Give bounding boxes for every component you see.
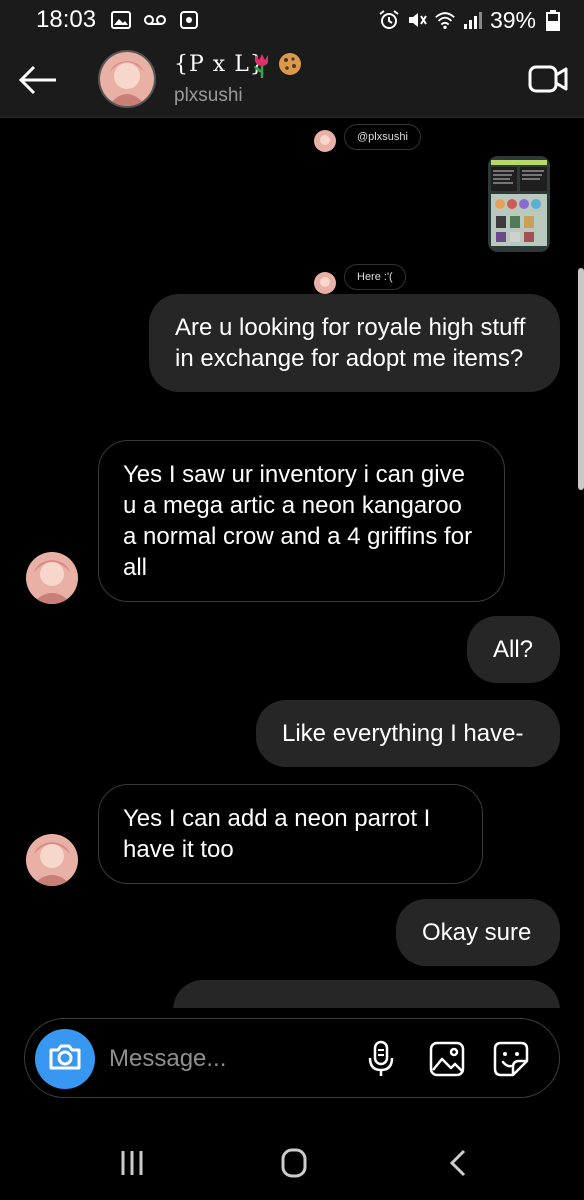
sticker-icon[interactable] bbox=[491, 1039, 531, 1079]
wifi-icon bbox=[434, 9, 456, 31]
alarm-icon bbox=[378, 9, 400, 31]
message-incoming[interactable]: Yes I can add a neon parrot I have it to… bbox=[98, 784, 483, 884]
gallery-icon[interactable] bbox=[427, 1039, 467, 1079]
status-time: 18:03 bbox=[36, 6, 97, 33]
scrollbar[interactable] bbox=[578, 268, 584, 490]
video-call-icon[interactable] bbox=[528, 62, 568, 96]
sender-avatar[interactable] bbox=[26, 552, 78, 604]
status-bar: 18:03 39% bbox=[0, 0, 584, 40]
voicemail-icon bbox=[144, 9, 167, 31]
cookie-icon bbox=[278, 52, 302, 83]
shared-post-image[interactable] bbox=[488, 156, 550, 252]
message-outgoing-partial bbox=[173, 980, 560, 1008]
message-outgoing[interactable]: Okay sure bbox=[396, 899, 560, 966]
message-composer bbox=[24, 1018, 560, 1098]
message-incoming[interactable]: Yes I saw ur inventory i can give u a me… bbox=[98, 440, 505, 602]
tulip-icon bbox=[250, 52, 274, 83]
back-icon[interactable] bbox=[438, 1147, 478, 1179]
message-outgoing[interactable]: Like everything I have- bbox=[256, 700, 560, 767]
app-notification-icon bbox=[178, 9, 200, 31]
signal-icon bbox=[462, 9, 484, 31]
gallery-notification-icon bbox=[110, 9, 132, 31]
mute-icon bbox=[406, 9, 428, 31]
message-thread[interactable]: @plxsushi Here:'(Are u looking for roy… bbox=[0, 118, 584, 1008]
camera-icon bbox=[48, 1043, 82, 1076]
camera-button[interactable] bbox=[35, 1029, 95, 1089]
message-outgoing[interactable]: All? bbox=[467, 616, 560, 683]
caption-avatar bbox=[314, 272, 336, 294]
chat-header: {P x L} plxsushi bbox=[0, 40, 584, 118]
microphone-icon[interactable] bbox=[361, 1039, 401, 1079]
message-input[interactable] bbox=[109, 1041, 349, 1077]
notification-icons bbox=[110, 9, 200, 31]
contact-avatar[interactable] bbox=[98, 50, 156, 108]
contact-username: plxsushi bbox=[174, 85, 243, 106]
shared-caption: Here :'( bbox=[344, 264, 406, 290]
status-right: 39% bbox=[378, 7, 564, 34]
contact-emojis bbox=[250, 52, 302, 83]
home-icon[interactable] bbox=[274, 1147, 314, 1179]
message-outgoing[interactable]: Are u looking for royale high stuff in e… bbox=[149, 294, 560, 392]
recent-apps-icon[interactable] bbox=[112, 1147, 152, 1179]
shared-post-avatar bbox=[314, 130, 336, 152]
system-nav-bar bbox=[0, 1125, 584, 1200]
battery-percent: 39% bbox=[489, 6, 536, 33]
back-arrow-icon[interactable] bbox=[16, 58, 60, 102]
sender-avatar[interactable] bbox=[26, 834, 78, 886]
battery-icon bbox=[542, 9, 564, 31]
shared-post-mention[interactable]: @plxsushi bbox=[344, 124, 421, 150]
